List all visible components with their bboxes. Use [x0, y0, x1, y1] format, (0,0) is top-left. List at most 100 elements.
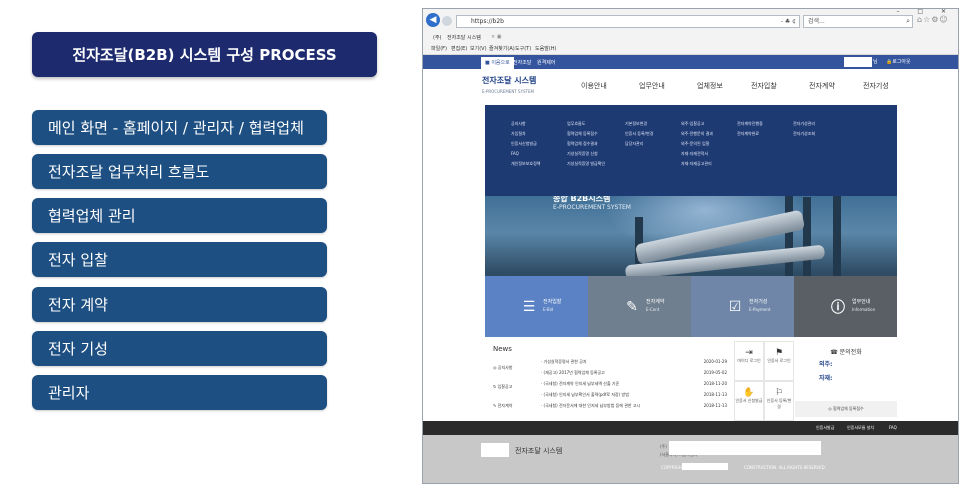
quick-link-e-contract[interactable]: ✎ 전자계약 E-Cont	[588, 276, 691, 337]
faq-link[interactable]: FAQ	[889, 425, 897, 430]
news-item[interactable]: · (국세청) 전자문서에 대한 인지세 납부방법 등에 관한 고시 2018-…	[541, 403, 727, 409]
cert-login-button[interactable]: ⚑ 인증서 로그인	[764, 341, 794, 381]
news-item[interactable]: · (국세청) 전자계약 인지세 납부세액 산출 기준 2018-11-20	[541, 381, 727, 387]
footer-logo-redacted	[481, 443, 509, 457]
menu-e-contract-button[interactable]: 전자 계약	[32, 287, 327, 322]
gnb-e-payment[interactable]: 전자기성	[863, 81, 889, 91]
menu-workflow-button[interactable]: 전자조달 업무처리 흐름도	[32, 154, 327, 189]
news-title[interactable]: · 기성실적증명서 관한 공지	[541, 359, 587, 364]
news-title[interactable]: · (국세청) 전자계약 인지세 납부세액 산출 기준	[541, 381, 619, 386]
mega-item[interactable]: 자재·자재견적서	[681, 149, 713, 159]
mega-item[interactable]: 담당자관리	[625, 139, 653, 149]
mega-item[interactable]: 외주·전행문의 결과	[681, 129, 713, 139]
mega-item[interactable]: 공지사항	[511, 119, 540, 129]
site-logo[interactable]: 전자조달 시스템	[482, 75, 536, 86]
gnb-e-contract[interactable]: 전자계약	[809, 81, 835, 91]
gnb-guide[interactable]: 이용안내	[581, 81, 607, 91]
mega-item[interactable]: FAQ	[511, 149, 540, 159]
mega-item[interactable]: 인증서 등록/변경	[625, 129, 653, 139]
footer-addr-label: (주)	[660, 444, 667, 449]
mega-item[interactable]: 전자기성조회	[793, 129, 815, 139]
mega-item[interactable]: 자재·자재공고관리	[681, 159, 713, 169]
news-item[interactable]: · (재공고) 2017년 협력업체 등록공고 2019-05-02	[541, 370, 727, 376]
news-date: 2018-11-13	[703, 392, 727, 397]
logout-label[interactable]: 로그아웃	[892, 59, 910, 65]
menubar-file[interactable]: 파일(F)	[431, 45, 447, 52]
news-tab-label[interactable]: 입찰공고	[498, 384, 513, 389]
footer-info-redacted	[669, 441, 821, 455]
back-arrow-icon[interactable]: ◀	[426, 13, 440, 27]
gnb-business[interactable]: 업무안내	[639, 81, 665, 91]
cert-apply-button[interactable]: ✋ 인증서 신청발급	[734, 381, 764, 421]
mega-item[interactable]: 업무흐름도	[567, 119, 605, 129]
hero-subtitle: E-PROCUREMENT SYSTEM	[553, 204, 631, 211]
contact-heading: ☎ 문의전화	[830, 349, 862, 356]
news-item[interactable]: · (국세청) 인지세 납부확인서 출력(pdf로 저장) 방법 2018-11…	[541, 392, 727, 398]
mega-col-e-bid: 외주·입찰공고 외주·전행문의 결과 외주·문의된 입찰 자재·자재견적서 자재…	[681, 119, 713, 169]
mega-menu: 공지사항 가입절차 인증서신청발급 FAQ 개인정보보호정책 업무흐름도 협력업…	[485, 105, 897, 196]
browser-tab[interactable]: 전자조달 시스템	[447, 34, 481, 41]
news-title[interactable]: · (국세청) 인지세 납부확인서 출력(pdf로 저장) 방법	[541, 392, 629, 397]
news-tab-bid[interactable]: ↻ 입찰공고	[493, 384, 512, 390]
mega-item[interactable]: 가입절차	[511, 129, 540, 139]
news-title[interactable]: · (국세청) 전자문서에 대한 인지세 납부방법 등에 관한 고시	[541, 403, 640, 408]
window-controls[interactable]: – □ ✕	[896, 9, 954, 15]
search-icon[interactable]: ⌕	[906, 16, 910, 27]
partner-register-button[interactable]: ◎ 협력업체 등록접수	[795, 401, 897, 417]
check-icon: ☑	[728, 298, 742, 315]
menu-partner-management-button[interactable]: 협력업체 관리	[32, 198, 327, 233]
quick-link-e-bid[interactable]: ☰ 전자입찰 E-Bid	[485, 276, 588, 337]
forward-arrow-icon[interactable]	[442, 16, 452, 26]
mega-item[interactable]: 개인정보보호정책	[511, 159, 540, 169]
news-title[interactable]: · (재공고) 2017년 협력업체 등록공고	[541, 370, 605, 375]
news-item[interactable]: · 기성실적증명서 관한 공지 2020-01-29	[541, 359, 727, 365]
news-tab-notice[interactable]: ◎ 공지사항	[493, 365, 513, 371]
menubar-tools[interactable]: 도구(T)	[515, 45, 531, 52]
menu-admin-button[interactable]: 관리자	[32, 375, 327, 410]
news-tab-label[interactable]: 공지사항	[498, 365, 513, 370]
mega-item[interactable]: 협력업체 접수결과	[567, 139, 605, 149]
browser-toolbar: ◀ https://b2b - ♣ ¢ 검색... ⌕ ⌂☆⚙☺ – □ ✕	[423, 9, 958, 33]
browser-search-input[interactable]: 검색... ⌕	[803, 15, 913, 28]
contact-panel: ☎ 문의전화 외주: 자재: ◎ 협력업체 등록접수	[795, 341, 897, 421]
mega-item[interactable]: 기성실적증명 발급확인	[567, 159, 605, 169]
tab-prefix: (주)	[433, 35, 442, 41]
gnb-e-bid[interactable]: 전자입찰	[751, 81, 777, 91]
mega-item[interactable]: 전자기성관리	[793, 119, 815, 129]
info-icon: ⓘ	[831, 299, 845, 316]
topbar-tab-remote[interactable]: 원격제어	[533, 57, 559, 69]
quick-link-text: 전자기성 E-Payment	[749, 299, 770, 314]
menubar-help[interactable]: 도움말(H)	[535, 45, 556, 52]
mega-item[interactable]: 전자계약완료	[737, 129, 763, 139]
address-tools[interactable]: - ♣ ¢	[781, 16, 796, 27]
menubar-edit[interactable]: 편집(E)	[451, 45, 467, 52]
mega-item[interactable]: 기성실적증명 신청	[567, 149, 605, 159]
menubar-favorites[interactable]: 즐겨찾기(A)	[489, 45, 515, 52]
address-bar[interactable]: https://b2b - ♣ ¢	[456, 15, 800, 28]
mega-item[interactable]: 협력업체 등록접수	[567, 129, 605, 139]
quick-grid-label: 인증서 신청발급	[735, 398, 763, 403]
cert-issue-link[interactable]: 인증서발급	[816, 425, 834, 431]
cert-register-button[interactable]: ⚐ 인증서 등록/변경	[764, 381, 794, 421]
menu-main-screen-button[interactable]: 메인 화면 - 홈페이지 / 관리자 / 협력업체	[32, 110, 327, 145]
news-tab-label[interactable]: 전자계약	[498, 403, 513, 408]
logout-link[interactable]: 🔒로그아웃	[878, 55, 911, 69]
news-tab-contract[interactable]: ✎ 전자계약	[493, 403, 512, 409]
quick-link-e-payment[interactable]: ☑ 전자기성 E-Payment	[691, 276, 794, 337]
mega-item[interactable]: 외주·문의된 입찰	[681, 139, 713, 149]
quick-login-button[interactable]: ⇥ 마이디 로그인	[734, 341, 764, 381]
gnb-company[interactable]: 업체정보	[697, 81, 723, 91]
cert-module-link[interactable]: 인증서모듈 설치	[847, 425, 874, 431]
mega-item[interactable]: 인증서신청발급	[511, 139, 540, 149]
toolbar-icons[interactable]: ⌂☆⚙☺	[917, 15, 949, 24]
mega-item[interactable]: 기본정보변경	[625, 119, 653, 129]
menu-e-bid-button[interactable]: 전자 입찰	[32, 242, 327, 277]
tab-close-icon[interactable]: × ▣	[491, 34, 502, 40]
menubar-view[interactable]: 보기(V)	[470, 45, 487, 52]
contact-outsourcing: 외주:	[819, 361, 833, 368]
quick-link-info[interactable]: ⓘ 업무안내 Information	[794, 276, 897, 337]
mega-item[interactable]: 외주·입찰공고	[681, 119, 713, 129]
mega-item[interactable]: 전자계약진행중	[737, 119, 763, 129]
menu-e-payment-button[interactable]: 전자 기성	[32, 331, 327, 366]
topbar-tab-procurement[interactable]: 전자조달	[509, 57, 535, 69]
